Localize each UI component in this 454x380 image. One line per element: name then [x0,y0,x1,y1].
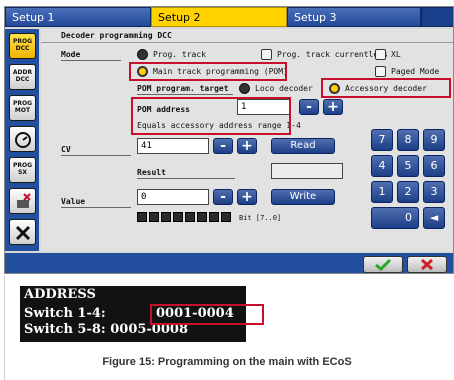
lcd-line-2-prefix: Switch 1-4: [24,306,106,321]
panel-header: Decoder programming DCC [41,29,453,43]
mode-underline [61,60,121,61]
lcd-line-1: ADDRESS [24,287,96,302]
close-icon [420,258,434,271]
keypad-2[interactable]: 2 [397,181,419,203]
keypad-7[interactable]: 7 [371,129,393,151]
paged-mode-checkbox[interactable] [375,66,386,77]
write-button[interactable]: Write [271,189,335,205]
tools-icon [15,225,30,241]
keypad-1[interactable]: 1 [371,181,393,203]
cv-label: CV [61,145,71,154]
sidebar-item-decoder-delete[interactable] [9,188,36,214]
result-underline [137,178,235,179]
sidebar-item-tools[interactable] [9,219,36,245]
bit-5-toggle[interactable] [161,212,171,222]
sidebar-item-label: ADDR DCC [12,69,33,83]
value-underline [61,207,131,208]
keypad-5[interactable]: 5 [397,155,419,177]
tab-empty [421,7,453,27]
bit-7-toggle[interactable] [137,212,147,222]
tab-setup-3[interactable]: Setup 3 [287,7,421,27]
sidebar-item-prog-dcc[interactable]: PROG DCC [9,33,36,59]
value-label: Value [61,197,86,206]
value-minus-button[interactable]: - [213,189,233,205]
cv-underline [61,155,131,156]
cancel-button[interactable] [407,256,447,273]
result-label: Result [137,168,166,177]
pom-target-underline [137,94,233,95]
cv-input[interactable]: 41 [137,138,209,154]
keypad-backspace[interactable]: ◄ [423,207,445,229]
prog-track-currentless-checkbox[interactable] [261,49,272,60]
mode-label: Mode [61,50,81,59]
bottom-bar [5,253,453,273]
result-field [271,163,343,179]
paged-mode-label: Paged Mode [391,67,440,76]
bit-2-toggle[interactable] [197,212,207,222]
tab-setup-2[interactable]: Setup 2 [151,7,287,27]
value-input[interactable]: 0 [137,189,209,205]
sidebar-item-label: PROG MOT [12,100,33,114]
keypad-8[interactable]: 8 [397,129,419,151]
keypad-0[interactable]: 0 [371,207,419,229]
pom-target-label: POM program. target [137,84,229,93]
sidebar: PROG DCC ADDR DCC PROG MOT PROG SX [5,29,39,251]
pom-address-plus-button[interactable]: + [323,99,343,115]
prog-track-label: Prog. track [153,50,206,59]
gauge-icon [14,132,31,148]
checkmark-icon [375,258,392,272]
loco-decoder-radio[interactable] [239,83,250,94]
figure-caption: Figure 15: Programming on the main with … [102,356,352,368]
cv-minus-button[interactable]: - [213,138,233,154]
ok-button[interactable] [363,256,403,273]
pom-address-minus-button[interactable]: - [299,99,319,115]
decoder-delete-icon [16,193,31,208]
sidebar-item-label: PROG SX [12,162,33,176]
bit-range-label: Bit [7..0] [239,214,282,222]
sidebar-item-prog-sx[interactable]: PROG SX [9,157,36,183]
sidebar-item-addr-dcc[interactable]: ADDR DCC [9,64,36,90]
bit-4-toggle[interactable] [173,212,183,222]
keypad-6[interactable]: 6 [423,155,445,177]
xl-checkbox[interactable] [375,49,386,60]
keypad-9[interactable]: 9 [423,129,445,151]
bit-6-toggle[interactable] [149,212,159,222]
programming-panel: Decoder programming DCC Mode Prog. track… [41,29,453,251]
sidebar-item-prog-mot[interactable]: PROG MOT [9,95,36,121]
read-button[interactable]: Read [271,138,335,154]
tab-bar: Setup 1 Setup 2 Setup 3 [5,7,453,27]
keypad-4[interactable]: 4 [371,155,393,177]
lcd-line-3: Switch 5-8: 0005-0008 [24,322,188,337]
main-track-highlight [129,62,287,81]
prog-track-radio[interactable] [137,49,148,60]
cv-plus-button[interactable]: + [237,138,257,154]
lcd-display: ADDRESS Switch 1-4: 0001-0004 Switch 5-8… [20,286,264,342]
value-plus-button[interactable]: + [237,189,257,205]
sidebar-item-gauge[interactable] [9,126,36,152]
bit-3-toggle[interactable] [185,212,195,222]
loco-decoder-label: Loco decoder [255,84,313,93]
tab-setup-1[interactable]: Setup 1 [5,7,151,27]
bit-1-toggle[interactable] [209,212,219,222]
accessory-decoder-highlight [321,78,451,98]
lcd-address-highlight [150,304,264,325]
ecos-screen: Setup 1 Setup 2 Setup 3 PROG DCC ADDR DCC … [4,6,454,274]
xl-label: XL [391,50,401,59]
prog-track-currentless-label: Prog. track currentless [277,50,388,59]
sidebar-item-label: PROG DCC [12,38,33,52]
pom-address-highlight [131,97,291,135]
keypad-3[interactable]: 3 [423,181,445,203]
bit-0-toggle[interactable] [221,212,231,222]
